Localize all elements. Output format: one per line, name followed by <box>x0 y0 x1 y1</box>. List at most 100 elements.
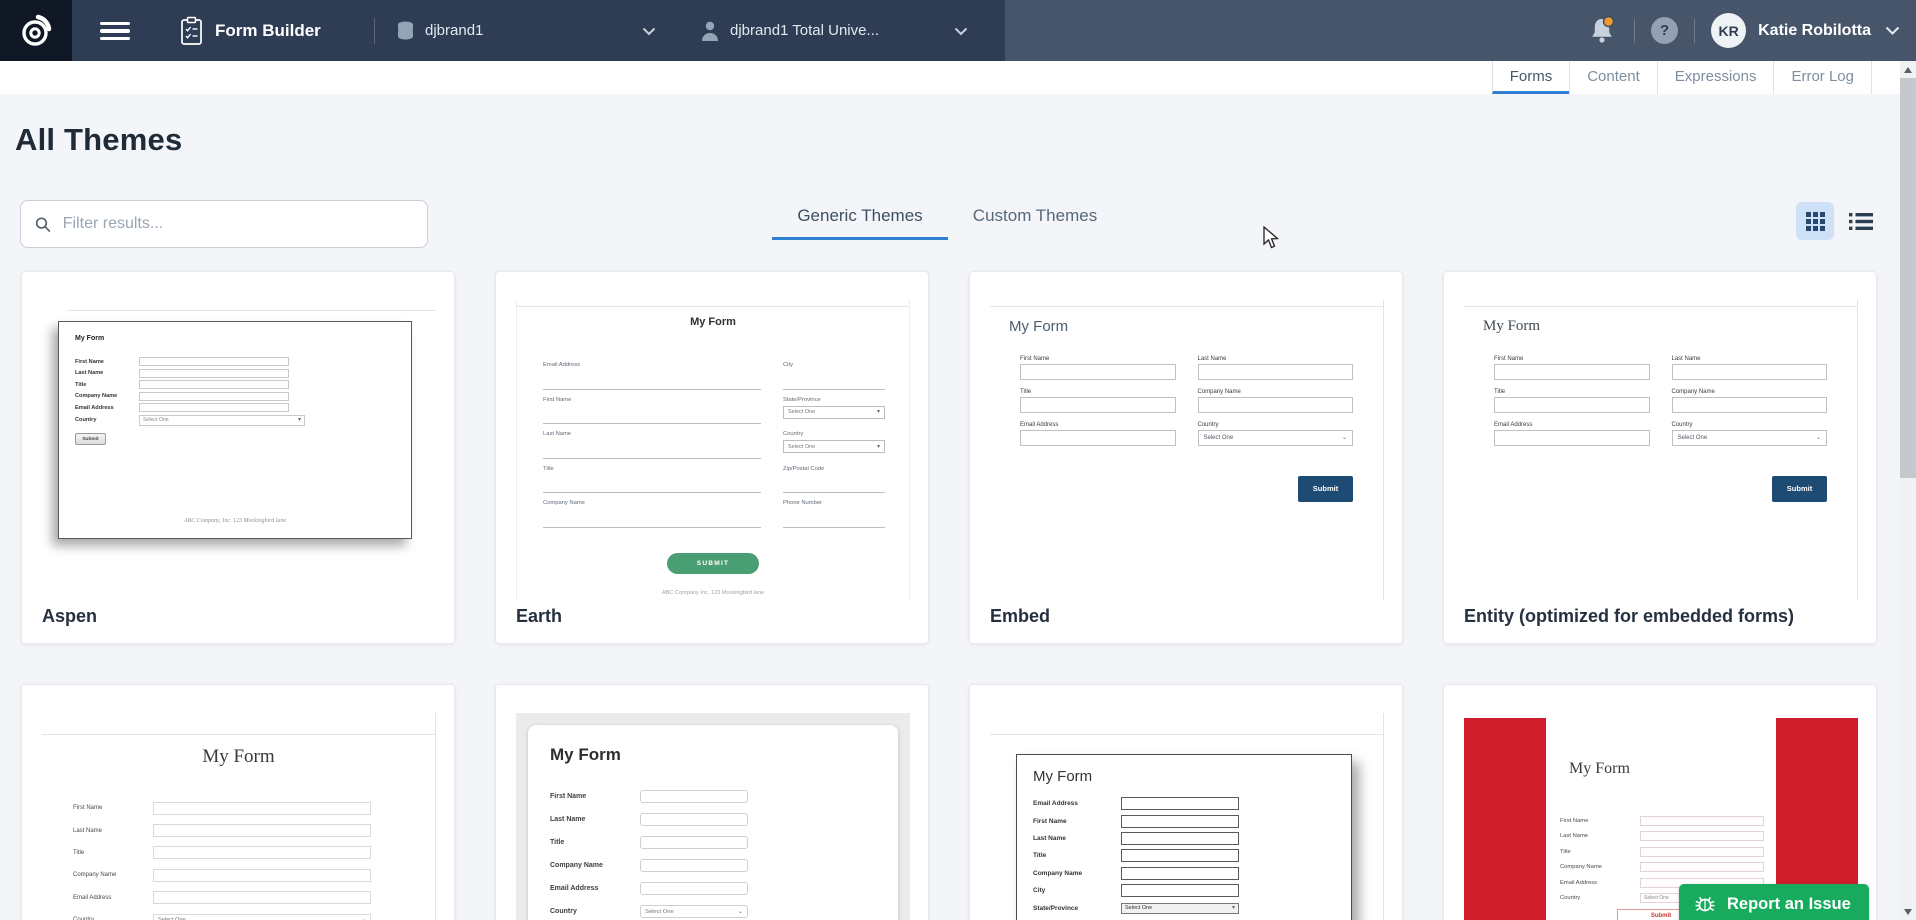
preview-page-edge <box>67 310 436 311</box>
preview-field: Company Name <box>1198 389 1354 413</box>
preview-field-label: Email Address <box>550 885 640 892</box>
tab-custom-themes[interactable]: Custom Themes <box>960 206 1110 240</box>
preview-select: Select One▾ <box>783 406 885 419</box>
preview-field-row: Country Select One⌄ <box>550 900 876 920</box>
workspace-dropdown[interactable]: djbrand1 Total Unive... <box>700 0 972 61</box>
avatar[interactable]: KR <box>1711 13 1746 48</box>
preview-field-label: State/Province <box>1033 905 1121 912</box>
preview-field-row: First Name <box>543 397 761 432</box>
preview-field-row: City <box>783 362 885 397</box>
theme-name: Earth <box>516 606 562 627</box>
preview-field-row: First Name <box>75 357 395 366</box>
preview-field-label: Country <box>75 417 139 423</box>
preview-field-input <box>640 836 748 849</box>
account-dropdown[interactable]: djbrand1 <box>396 0 660 61</box>
preview-field-label: Last Name <box>1198 356 1354 362</box>
theme-card-entity[interactable]: My Form First Name Last Name Title Compa… <box>1443 271 1877 644</box>
preview-field-label: First Name <box>1560 818 1640 824</box>
preview-field-row: Email Address <box>75 403 395 412</box>
select-caret-icon: ⌄ <box>1342 435 1347 441</box>
tab-expressions[interactable]: Expressions <box>1657 61 1774 94</box>
top-navbar: Form Builder djbrand1 djbrand1 Total Uni… <box>0 0 1916 61</box>
preview-field-row: Zip/Postal Code <box>783 466 885 501</box>
preview-field-input <box>1640 816 1764 826</box>
user-name[interactable]: Katie Robilotta <box>1758 22 1871 40</box>
theme-card-aspen[interactable]: My Form First Name Last Name Title Compa… <box>21 271 455 644</box>
preview-field-label: Last Name <box>1672 356 1828 362</box>
preview-select-value: Select One <box>788 444 815 450</box>
help-icon[interactable]: ? <box>1651 17 1678 44</box>
report-issue-button[interactable]: Report an Issue <box>1679 884 1869 920</box>
preview-select: Select One⌄ <box>640 905 748 918</box>
preview-page-edge <box>517 306 909 307</box>
preview-field-input <box>153 846 371 859</box>
tab-forms[interactable]: Forms <box>1492 61 1570 94</box>
preview-field-label: Company Name <box>1672 389 1828 395</box>
preview-footer-text: ABC Company, Inc. 123 Mockingbird lane <box>59 518 411 524</box>
preview-form-title: My Form <box>1483 318 1540 335</box>
preview-field-input <box>139 403 289 412</box>
preview-field-row: Country Select One⌄ <box>73 909 371 920</box>
scrollbar[interactable] <box>1900 61 1916 920</box>
preview-field-label: Last Name <box>550 816 640 823</box>
preview-right-column: City State/Province Select One▾ Country … <box>783 362 885 535</box>
preview-form-title: My Form <box>1569 760 1776 778</box>
page-title: All Themes <box>15 122 182 158</box>
notifications-bell[interactable] <box>1588 15 1618 47</box>
preview-submit-button: Submit <box>1772 476 1827 502</box>
scrollbar-down-icon[interactable] <box>1900 903 1916 920</box>
tab-content[interactable]: Content <box>1569 61 1657 94</box>
preview-field-input <box>640 859 748 872</box>
preview-field-input <box>139 380 289 389</box>
bug-icon <box>1693 892 1717 916</box>
module-tabbar: Forms Content Expressions Error Log <box>0 61 1900 94</box>
scrollbar-up-icon[interactable] <box>1900 61 1916 78</box>
select-caret-icon: ▾ <box>877 444 880 450</box>
preview-field-label: Company Name <box>73 872 153 878</box>
preview-field-label: Last Name <box>1560 833 1640 839</box>
nav-divider <box>1634 19 1635 43</box>
preview-field-input <box>1672 364 1828 380</box>
preview-field-label: Email Address <box>1033 800 1121 807</box>
preview-field-input <box>1640 831 1764 841</box>
theme-card-5[interactable]: My Form First Name Last Name Title Compa… <box>21 684 455 920</box>
preview-field-label: First Name <box>1020 356 1176 362</box>
preview-field-row: First Name Last Name <box>1494 356 1827 380</box>
tab-generic-themes[interactable]: Generic Themes <box>772 206 948 240</box>
app-screen: Form Builder djbrand1 djbrand1 Total Uni… <box>0 0 1916 920</box>
preview-field: Title <box>1494 389 1650 413</box>
preview-page-edge <box>42 734 435 735</box>
preview-field-row: Last Name <box>1033 830 1335 847</box>
preview-field-row: Title Company Name <box>1494 389 1827 413</box>
scrollbar-thumb[interactable] <box>1900 78 1916 478</box>
preview-rows: First Name Last Name Title Company Name … <box>73 797 371 920</box>
preview-field-row: Email Address <box>73 887 371 909</box>
acton-logo[interactable] <box>0 0 72 61</box>
theme-card-earth[interactable]: My Form Email Address First Name Last Na… <box>495 271 929 644</box>
preview-field-label: Last Name <box>73 828 153 834</box>
preview-field-row: Email Address <box>1033 795 1335 812</box>
preview-select-value: Select One <box>1644 895 1669 901</box>
preview-field-label: Country <box>1198 422 1354 428</box>
preview-form-title: My Form <box>1033 768 1335 785</box>
preview-form-title: My Form <box>550 745 876 765</box>
list-view-button[interactable] <box>1842 202 1880 240</box>
preview-field-underline <box>543 527 761 528</box>
preview-field-input <box>153 891 371 904</box>
theme-card-embed[interactable]: My Form First Name Last Name Title Compa… <box>969 271 1403 644</box>
preview-field-underline <box>783 492 885 493</box>
chevron-down-icon <box>642 27 656 36</box>
preview-field-underline <box>783 527 885 528</box>
preview-page-edge <box>990 734 1383 735</box>
grid-view-button[interactable] <box>1796 202 1834 240</box>
hamburger-menu-icon[interactable] <box>100 22 130 40</box>
preview-form-panel: My Form First Name Last Name Title Compa… <box>528 725 898 920</box>
tab-error-log[interactable]: Error Log <box>1773 61 1872 94</box>
theme-card-6[interactable]: My Form First Name Last Name Title Compa… <box>495 684 929 920</box>
filter-input[interactable] <box>63 215 413 233</box>
preview-field-label: City <box>783 362 885 368</box>
preview-field-label: Title <box>1560 849 1640 855</box>
preview-select-value: Select One <box>645 909 674 915</box>
chevron-down-icon[interactable] <box>1885 26 1900 36</box>
theme-card-7[interactable]: My Form Email Address First Name Last Na… <box>969 684 1403 920</box>
